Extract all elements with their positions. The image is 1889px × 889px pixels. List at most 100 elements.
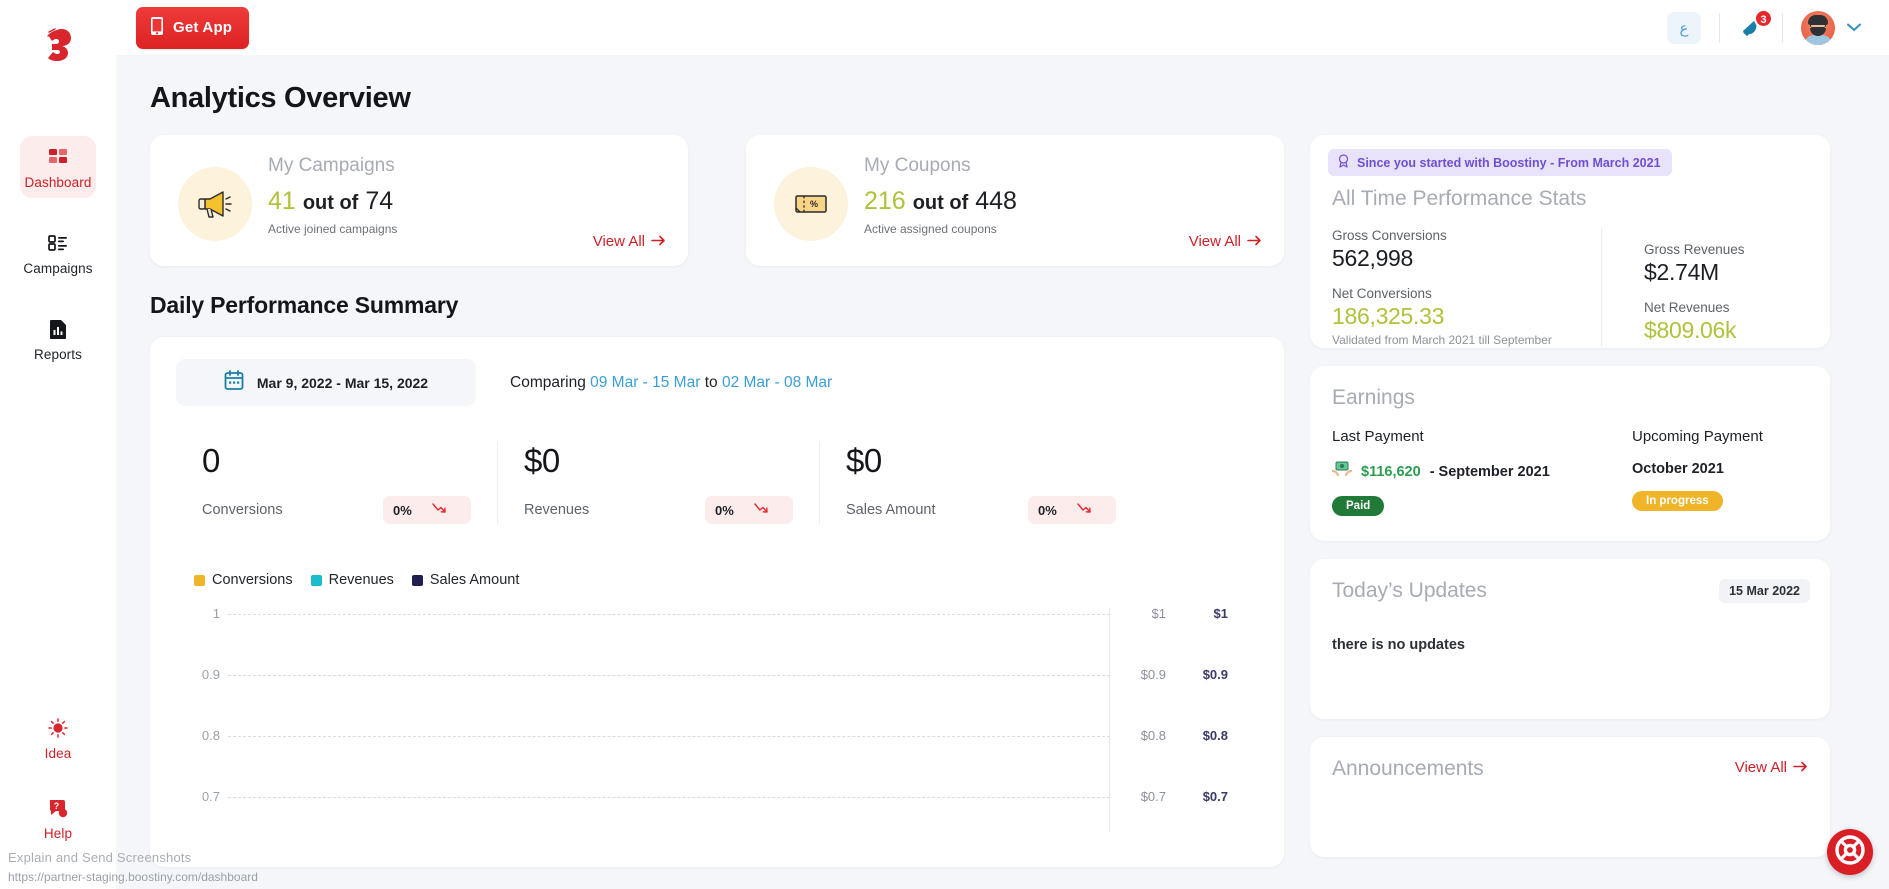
left-column: My Campaigns 41 out of 74 Active joined … xyxy=(150,135,1284,875)
legend-swatch-icon xyxy=(194,574,205,586)
comparing-to-label: to xyxy=(704,373,718,391)
notifications-button[interactable]: 3 xyxy=(1738,8,1773,44)
sidebar-item-idea[interactable]: Idea xyxy=(20,707,96,769)
stats-title: All Time Performance Stats xyxy=(1332,187,1587,210)
boostiny-logo-icon xyxy=(35,24,81,64)
topbar-actions: ع 3 xyxy=(1667,8,1861,45)
last-payment-label: Last Payment xyxy=(1332,428,1424,445)
upcoming-payment-status-badge: In progress xyxy=(1632,491,1723,511)
since-badge-label: Since you started with Boostiny - From M… xyxy=(1357,155,1661,170)
award-icon xyxy=(1337,154,1350,171)
comparing-period-current[interactable]: 09 Mar - 15 Mar xyxy=(590,374,700,391)
metric-label: Revenues xyxy=(524,502,590,518)
upcoming-payment-block: Upcoming Payment October 2021 In progres… xyxy=(1632,428,1763,516)
trend-down-icon xyxy=(754,501,768,519)
language-toggle-button[interactable]: ع xyxy=(1667,11,1701,44)
date-row: Mar 9, 2022 - Mar 15, 2022 Comparing 09 … xyxy=(176,359,1258,406)
gross-conversions-value: 562,998 xyxy=(1332,245,1414,271)
chart-legend: Conversions Revenues Sales Amount xyxy=(194,572,1258,588)
announcements-view-all-link[interactable]: View All xyxy=(1735,759,1808,776)
divider xyxy=(1719,12,1720,43)
app-logo[interactable] xyxy=(0,14,116,74)
sidebar-item-reports[interactable]: Reports xyxy=(20,308,96,370)
chart-ytick-left: 0.8 xyxy=(201,728,220,743)
metric-change-pct: 0% xyxy=(393,502,412,518)
right-column: Since you started with Boostiny - From M… xyxy=(1310,135,1830,875)
lightbulb-icon xyxy=(47,717,69,739)
view-all-label: View All xyxy=(1188,233,1241,250)
legend-swatch-icon xyxy=(310,574,322,586)
net-conversions-label: Net Conversions xyxy=(1332,286,1432,301)
chart-gridline-row: 1 $1 $1 xyxy=(176,606,1258,621)
megaphone-icon xyxy=(178,167,252,241)
trend-down-icon xyxy=(1077,501,1091,519)
upcoming-payment-period: October 2021 xyxy=(1632,461,1724,477)
calendar-icon xyxy=(224,369,244,396)
notification-badge: 3 xyxy=(1754,8,1773,28)
trend-down-icon xyxy=(432,501,446,519)
coupons-view-all-link[interactable]: View All xyxy=(1189,233,1262,250)
get-app-button[interactable]: Get App xyxy=(136,6,250,49)
chart-gridline xyxy=(228,675,1110,676)
chart-ytick-right-sales: $1 xyxy=(1213,606,1228,621)
metrics-row: 0 Conversions 0% $0 Revenues 0% $0 Sales… xyxy=(176,442,1258,524)
earnings-title: Earnings xyxy=(1332,386,1415,409)
language-toggle-label: ع xyxy=(1679,19,1689,37)
net-conversions-value: 186,325.33 xyxy=(1332,303,1445,329)
net-revenues-label: Net Revenues xyxy=(1644,300,1730,315)
help-chat-icon: ? xyxy=(47,797,69,819)
my-campaigns-card: My Campaigns 41 out of 74 Active joined … xyxy=(150,135,688,266)
sidebar-item-dashboard[interactable]: Dashboard xyxy=(20,136,96,198)
sidebar-item-help[interactable]: ? Help xyxy=(20,787,96,849)
chart-ytick-right-revenues: $0.9 xyxy=(1140,667,1166,682)
topbar: Get App ع 3 xyxy=(116,0,1889,55)
metric-label: Sales Amount xyxy=(846,502,936,518)
coupon-icon: % xyxy=(774,167,848,241)
chart-ytick-right-sales: $0.8 xyxy=(1202,728,1228,743)
daily-performance-title: Daily Performance Summary xyxy=(150,292,459,318)
updates-date-badge: 15 Mar 2022 xyxy=(1719,579,1810,603)
arrow-right-icon xyxy=(651,233,666,250)
main-content: Analytics Overview My Campaigns 41 out o… xyxy=(116,55,1889,889)
sidebar-item-dashboard-label: Dashboard xyxy=(24,175,92,190)
avatar[interactable] xyxy=(1801,10,1835,45)
svg-text:?: ? xyxy=(54,801,60,811)
date-range-picker[interactable]: Mar 9, 2022 - Mar 15, 2022 xyxy=(176,359,476,406)
sidebar-bottom-nav: Idea ? Help xyxy=(0,707,116,867)
get-app-label: Get App xyxy=(173,19,233,36)
metric-change-badge: 0% xyxy=(1028,496,1116,524)
support-widget-button[interactable] xyxy=(1827,829,1873,875)
metric-value: $0 xyxy=(524,442,560,479)
sidebar-item-campaigns[interactable]: Campaigns xyxy=(20,222,96,284)
divider xyxy=(1782,12,1783,43)
upcoming-payment-label: Upcoming Payment xyxy=(1632,428,1763,445)
sidebar-item-campaigns-label: Campaigns xyxy=(23,261,93,276)
chevron-down-icon[interactable] xyxy=(1847,19,1861,37)
daily-performance-card: Mar 9, 2022 - Mar 15, 2022 Comparing 09 … xyxy=(150,337,1284,867)
bell-icon xyxy=(1738,19,1762,44)
comparing-period-previous[interactable]: 02 Mar - 08 Mar xyxy=(722,374,832,391)
arrow-right-icon xyxy=(1247,233,1262,250)
chart-legend-item[interactable]: Conversions xyxy=(194,572,293,588)
last-payment-period: - September 2021 xyxy=(1429,463,1550,480)
card-title: My Campaigns xyxy=(268,155,395,176)
grid-icon xyxy=(47,146,69,168)
metric-change-pct: 0% xyxy=(1038,502,1057,518)
chart-legend-item[interactable]: Revenues xyxy=(310,572,394,588)
performance-chart: Conversions Revenues Sales Amount 1 $1 $1 0.9… xyxy=(176,572,1258,832)
chart-gridline-row: 0.7 $0.7 $0.7 xyxy=(176,789,1258,804)
net-revenues-value: $809.06k xyxy=(1644,317,1737,343)
chart-legend-item[interactable]: Sales Amount xyxy=(411,572,519,588)
sidebar-nav: Dashboard Campaigns Reports xyxy=(0,136,116,394)
announcements-card: Announcements View All xyxy=(1310,737,1830,857)
out-of-label: out of xyxy=(302,192,359,214)
active-count: 216 xyxy=(864,187,906,215)
svg-text:%: % xyxy=(810,199,818,209)
extension-tooltip: Explain and Send Screenshots xyxy=(8,850,192,865)
metric-conversions: 0 Conversions 0% xyxy=(176,442,498,524)
todays-updates-card: Today’s Updates 15 Mar 2022 there is no … xyxy=(1310,559,1830,719)
view-all-label: View All xyxy=(1734,759,1787,776)
campaigns-view-all-link[interactable]: View All xyxy=(593,233,666,250)
sidebar-item-idea-label: Idea xyxy=(44,746,72,761)
chart-gridline-row: 0.9 $0.9 $0.9 xyxy=(176,667,1258,682)
